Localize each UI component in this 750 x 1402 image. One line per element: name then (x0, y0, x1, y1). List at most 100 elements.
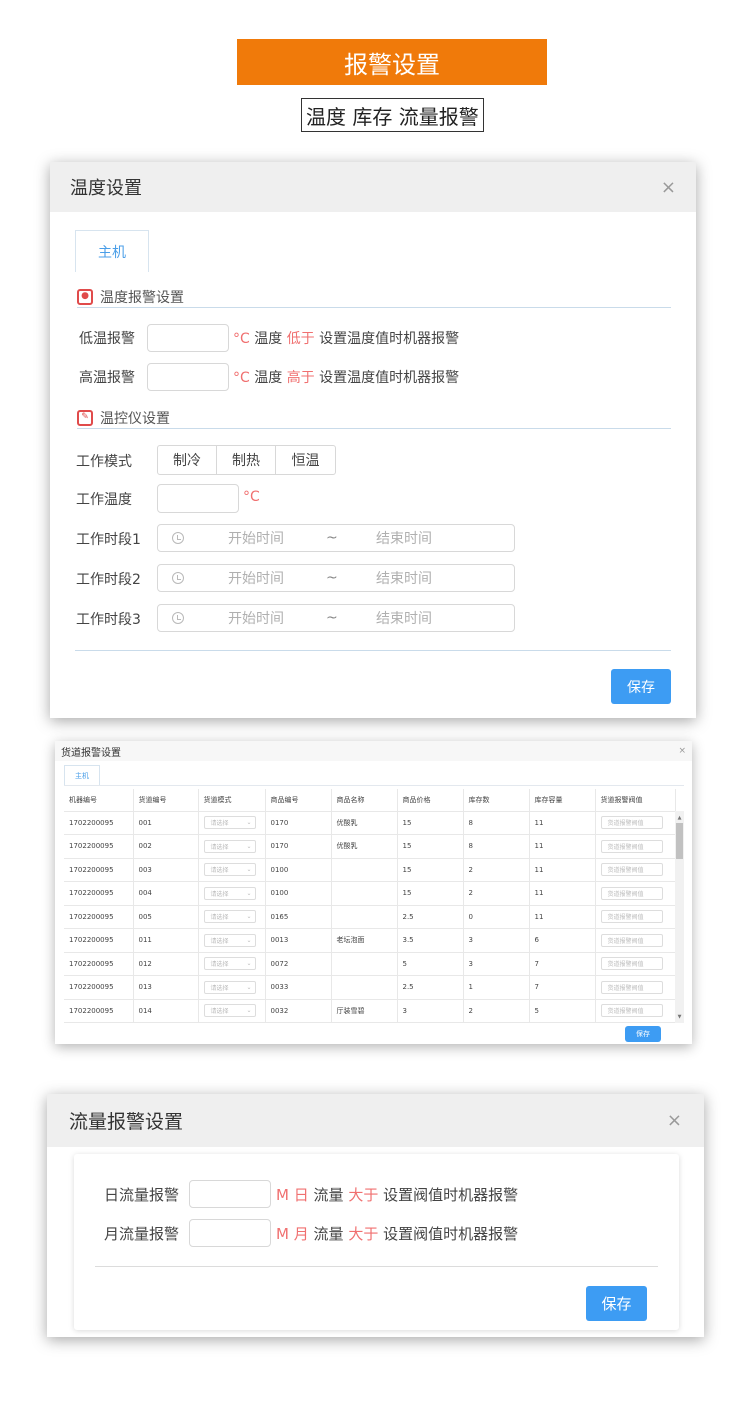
work-temp-unit: °C (243, 489, 260, 505)
table-cell (331, 975, 398, 1000)
end-time[interactable]: 结束时间 (376, 528, 432, 548)
alarm-suffix: 设置阀值时机器报警 (383, 1186, 519, 1204)
lane-mode-select[interactable]: 请选择 ⌄ (203, 910, 256, 924)
table-cell: 1702200095 (64, 858, 134, 882)
table-cell: 0 (463, 905, 530, 929)
low-temp-label: 低温报警 (79, 331, 135, 347)
table-row: 1702200095 013 请选择 ⌄ 0033 2.5 1 7 货道报警阀值 (64, 975, 676, 1000)
table-cell: 012 (133, 952, 199, 976)
threshold-input[interactable]: 货道报警阀值 (600, 910, 663, 924)
threshold-input[interactable]: 货道报警阀值 (600, 980, 663, 994)
page-banner: 报警设置 (237, 39, 547, 85)
lane-mode-select[interactable]: 请选择 ⌄ (203, 980, 256, 994)
save-button[interactable]: 保存 (586, 1286, 647, 1321)
work-temp-label: 工作温度 (76, 492, 132, 508)
table-cell: 7 (529, 975, 596, 1000)
col-machine-id: 机器编号 (64, 789, 134, 812)
dialog-header: 温度设置 × (50, 162, 696, 212)
unit-m: M (276, 1225, 289, 1243)
close-icon[interactable]: × (667, 1110, 682, 1131)
table-cell: 1702200095 (64, 811, 134, 835)
threshold-input[interactable]: 货道报警阀值 (600, 957, 663, 971)
end-time[interactable]: 结束时间 (376, 568, 432, 588)
table-cell: 8 (463, 811, 530, 835)
low-temp-hint: °C 温度 低于 设置温度值时机器报警 (233, 328, 459, 348)
table-cell: 0170 (265, 834, 332, 859)
threshold-input[interactable]: 货道报警阀值 (600, 839, 663, 853)
mode-constant-button[interactable]: 恒温 (276, 446, 335, 474)
lane-mode-select[interactable]: 请选择 ⌄ (203, 816, 256, 830)
start-time[interactable]: 开始时间 (228, 568, 284, 588)
day-word: 日 (293, 1186, 309, 1204)
lane-mode-select[interactable]: 请选择 ⌄ (203, 933, 256, 947)
period-1-range-picker[interactable]: 开始时间 ~ 结束时间 (157, 524, 515, 552)
start-time[interactable]: 开始时间 (228, 528, 284, 548)
threshold-input[interactable]: 货道报警阀值 (600, 816, 663, 830)
select-placeholder: 请选择 (210, 820, 229, 828)
dialog-header: 流量报警设置 × (47, 1094, 704, 1147)
section-temperature-alarm: ● 温度报警设置 (77, 286, 671, 308)
table-cell: 8 (463, 834, 530, 859)
unit-celsius: °C (233, 331, 250, 347)
scroll-down-icon[interactable]: ▼ (675, 1012, 684, 1021)
mode-cooling-button[interactable]: 制冷 (158, 446, 217, 474)
mode-heating-button[interactable]: 制热 (217, 446, 276, 474)
table-cell: 2.5 (397, 975, 464, 1000)
monthly-flow-hint: M 月 流量 大于 设置阀值时机器报警 (276, 1223, 518, 1244)
lane-mode-select[interactable]: 请选择 ⌄ (203, 957, 256, 971)
lane-mode-select[interactable]: 请选择 ⌄ (203, 863, 256, 877)
select-placeholder: 请选择 (210, 961, 229, 969)
daily-flow-input[interactable] (189, 1180, 271, 1208)
inventory-alarm-dialog: 货道报警设置 × 主机 机器编号 货道编号 货道模式 商品编号 商品名称 商品价… (55, 741, 692, 1044)
start-time[interactable]: 开始时间 (228, 608, 284, 628)
select-placeholder: 请选择 (210, 984, 229, 992)
threshold-cell: 货道报警阀值 (595, 999, 676, 1023)
table-cell: 0033 (265, 975, 332, 1000)
table-cell: 1702200095 (64, 905, 134, 929)
save-button[interactable]: 保存 (625, 1026, 661, 1042)
threshold-input[interactable]: 货道报警阀值 (600, 863, 663, 877)
lane-mode-select[interactable]: 请选择 ⌄ (203, 886, 256, 900)
period-3-label: 工作时段3 (76, 612, 141, 628)
table-cell: 2.5 (397, 905, 464, 929)
tab-host[interactable]: 主机 (64, 765, 100, 785)
period-3-range-picker[interactable]: 开始时间 ~ 结束时间 (157, 604, 515, 632)
divider (75, 650, 671, 651)
lane-mode-cell: 请选择 ⌄ (198, 975, 266, 1000)
lane-mode-select[interactable]: 请选择 ⌄ (203, 839, 256, 853)
high-temp-input[interactable] (147, 363, 229, 391)
low-temp-input[interactable] (147, 324, 229, 352)
tab-host[interactable]: 主机 (75, 230, 149, 272)
higher-word: 高于 (286, 370, 315, 386)
scroll-up-icon[interactable]: ▲ (675, 813, 684, 822)
monthly-flow-input[interactable] (189, 1219, 271, 1247)
col-product-price: 商品价格 (397, 789, 464, 812)
close-icon[interactable]: × (661, 177, 676, 198)
lane-mode-select[interactable]: 请选择 ⌄ (203, 1004, 256, 1018)
col-lane-mode: 货道模式 (198, 789, 266, 812)
threshold-cell: 货道报警阀值 (595, 975, 676, 1000)
save-button[interactable]: 保存 (611, 669, 671, 704)
threshold-input[interactable]: 货道报警阀值 (600, 886, 663, 900)
daily-flow-label: 日流量报警 (104, 1186, 180, 1204)
table-cell: 3 (463, 952, 530, 976)
threshold-input[interactable]: 货道报警阀值 (600, 933, 663, 947)
dialog-title: 货道报警设置 (61, 747, 121, 759)
chevron-down-icon: ⌄ (246, 960, 252, 968)
end-time[interactable]: 结束时间 (376, 608, 432, 628)
work-temp-input[interactable] (157, 484, 239, 513)
col-lane-id: 货道编号 (133, 789, 199, 812)
scrollbar-thumb[interactable] (676, 823, 683, 859)
threshold-input[interactable]: 货道报警阀值 (600, 1004, 663, 1018)
threshold-cell: 货道报警阀值 (595, 811, 676, 835)
flow-alarm-dialog: 流量报警设置 × 日流量报警 M 日 流量 大于 设置阀值时机器报警 月流量报警… (47, 1094, 704, 1337)
alarm-suffix: 设置温度值时机器报警 (319, 331, 460, 347)
table-row: 1702200095 001 请选择 ⌄ 0170 优酸乳 15 8 11 货道报警阀值 (64, 811, 676, 835)
section-title: 温度报警设置 (100, 289, 184, 306)
close-icon[interactable]: × (678, 746, 686, 756)
table-cell: 1702200095 (64, 952, 134, 976)
dialog-header: 货道报警设置 × (55, 741, 692, 761)
period-2-range-picker[interactable]: 开始时间 ~ 结束时间 (157, 564, 515, 592)
table-cell: 6 (529, 928, 596, 953)
table-cell: 0032 (265, 999, 332, 1023)
